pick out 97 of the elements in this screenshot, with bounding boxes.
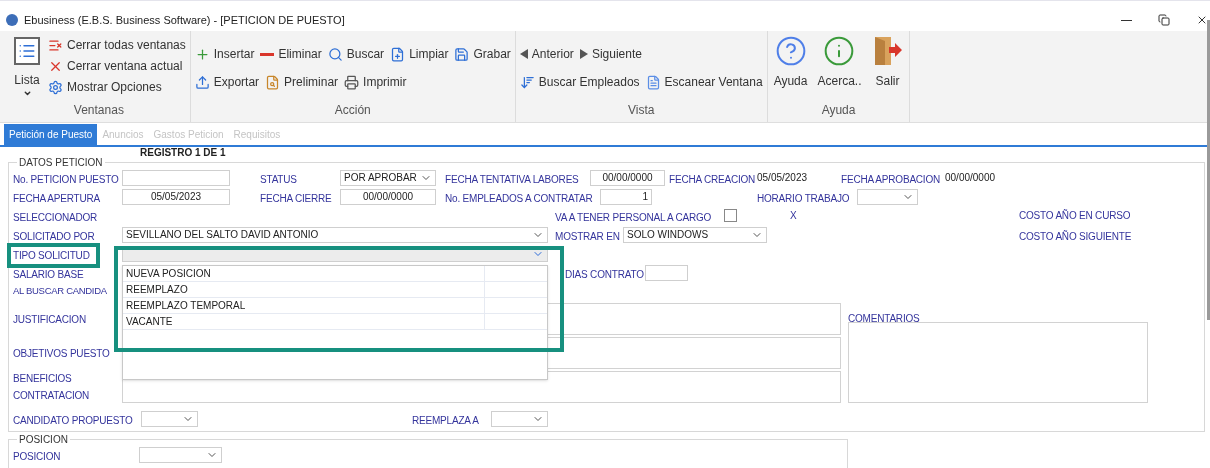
text-field[interactable]: 00/00/0000 bbox=[340, 188, 436, 205]
text-area[interactable] bbox=[848, 322, 1148, 403]
field-value: 00/00/0000 bbox=[945, 171, 996, 185]
ribbon-button[interactable]: Preliminar bbox=[265, 73, 339, 91]
dropdown-field[interactable]: SEVILLANO DEL SALTO DAVID ANTONIO bbox=[122, 226, 548, 243]
ribbon-button[interactable]: Eliminar bbox=[260, 45, 322, 63]
field-label: FECHA APROBACION bbox=[841, 173, 941, 185]
dropdown-field[interactable] bbox=[141, 410, 198, 427]
field-label: STATUS bbox=[260, 173, 297, 185]
ribbon-button[interactable]: Acerca.. bbox=[815, 34, 864, 98]
ribbon-button[interactable]: Salir bbox=[869, 34, 906, 98]
file-plus-icon bbox=[390, 46, 406, 62]
document-icon bbox=[265, 74, 281, 90]
list-x-icon bbox=[48, 37, 63, 53]
minus-icon bbox=[260, 52, 275, 56]
field-label: FECHA TENTATIVA LABORES bbox=[445, 173, 579, 185]
dropdown-field[interactable]: SOLO WINDOWS bbox=[623, 226, 767, 243]
dropdown-option[interactable]: VACANTE bbox=[123, 314, 547, 330]
field-label: AL BUSCAR CANDIDA bbox=[13, 284, 107, 299]
dropdown-field[interactable]: POR APROBAR bbox=[340, 169, 436, 186]
field-label: CANDIDATO PROPUESTO bbox=[13, 414, 133, 426]
dropdown-option[interactable]: REEMPLAZO bbox=[123, 282, 547, 298]
printer-icon bbox=[344, 74, 360, 90]
field-label: DIAS CONTRATO bbox=[565, 268, 644, 280]
field-label: VA A TENER PERSONAL A CARGO bbox=[555, 211, 712, 223]
dropdown-option[interactable]: NUEVA POSICION bbox=[123, 266, 547, 282]
field-label: FECHA APERTURA bbox=[13, 192, 101, 204]
field-label: SOLICITADO POR bbox=[13, 230, 95, 242]
ribbon-button[interactable]: Limpiar bbox=[390, 45, 449, 63]
ribbon-button[interactable]: Mostrar Opciones bbox=[48, 78, 162, 96]
field-value: 05/05/2023 bbox=[757, 171, 809, 185]
dropdown-field[interactable] bbox=[857, 188, 918, 205]
help-icon bbox=[774, 35, 807, 67]
info-icon bbox=[823, 35, 856, 67]
plus-icon bbox=[194, 46, 210, 62]
field-label: OBJETIVOS PUESTO bbox=[13, 346, 111, 361]
field-label: No. PETICION PUESTO bbox=[13, 173, 119, 185]
ribbon-button[interactable]: Exportar bbox=[194, 73, 260, 91]
minimize-icon[interactable] bbox=[1121, 19, 1132, 21]
field-label: MOSTRAR EN bbox=[555, 230, 620, 242]
group-label: Ayuda bbox=[820, 102, 857, 119]
list-icon bbox=[14, 36, 40, 65]
text-field[interactable]: 00/00/0000 bbox=[590, 169, 665, 186]
group-label: Vista bbox=[627, 102, 656, 119]
dropdown-field[interactable] bbox=[139, 446, 222, 463]
field-label: TIPO SOLICITUD bbox=[13, 249, 90, 261]
sort-icon bbox=[519, 74, 535, 90]
text-field[interactable]: 05/05/2023 bbox=[122, 188, 230, 205]
field-label: BENEFICIOS CONTRATACION bbox=[13, 372, 91, 403]
search-icon bbox=[327, 46, 343, 62]
text-field[interactable] bbox=[645, 264, 688, 281]
ribbon-button[interactable]: Buscar bbox=[327, 45, 385, 63]
field-label: COMENTARIOS bbox=[848, 313, 920, 324]
settings-icon bbox=[48, 79, 63, 95]
left-triangle-icon bbox=[519, 49, 528, 59]
section-title: DATOS PETICION bbox=[18, 157, 104, 168]
group-label: Acción bbox=[333, 102, 372, 119]
ribbon-button[interactable]: Cerrar todas ventanas bbox=[48, 36, 186, 54]
text-field[interactable]: 1 bbox=[600, 188, 652, 205]
field-label: POSICION bbox=[13, 450, 61, 462]
field-label: REEMPLAZA A bbox=[412, 414, 479, 426]
close-icon[interactable] bbox=[1196, 14, 1208, 26]
field-label: SELECCIONADOR bbox=[13, 211, 98, 223]
field-label: JUSTIFICACION bbox=[13, 312, 87, 327]
ribbon-button[interactable]: Imprimir bbox=[344, 73, 407, 91]
ribbon-button[interactable]: Siguiente bbox=[579, 45, 642, 63]
field-label: FECHA CREACION bbox=[669, 173, 756, 185]
tab[interactable]: Petición de Puesto bbox=[4, 124, 98, 145]
restore-icon[interactable] bbox=[1158, 14, 1170, 26]
record-counter: REGISTRO 1 DE 1 bbox=[140, 145, 226, 160]
right-triangle-icon bbox=[579, 49, 588, 59]
group-label: Ventanas bbox=[72, 102, 125, 119]
text-field[interactable] bbox=[122, 169, 230, 186]
ribbon-button[interactable]: Ayuda bbox=[771, 34, 810, 98]
caret-icon bbox=[22, 89, 32, 98]
field-label: SALARIO BASE bbox=[13, 268, 84, 280]
ribbon-button[interactable]: Buscar Empleados bbox=[519, 73, 640, 91]
field-label: X bbox=[790, 210, 797, 222]
upload-icon bbox=[194, 74, 210, 90]
field-label: No. EMPLEADOS A CONTRATAR bbox=[445, 192, 593, 204]
ribbon-button[interactable]: Cerrar ventana actual bbox=[48, 57, 183, 75]
field-label: COSTO AÑO EN CURSO bbox=[1019, 208, 1131, 223]
dropdown-option[interactable]: REEMPLAZO TEMPORAL bbox=[123, 298, 547, 314]
checkbox[interactable] bbox=[724, 209, 737, 222]
field-label: HORARIO TRABAJO bbox=[757, 192, 850, 204]
ribbon-button[interactable]: Escanear Ventana bbox=[645, 73, 763, 91]
app-logo-icon bbox=[6, 14, 18, 26]
ribbon-button[interactable]: Lista bbox=[12, 34, 42, 98]
ribbon-button[interactable]: Grabar bbox=[454, 45, 511, 63]
window-title: Ebusiness (E.B.S. Business Software) - [PETICION DE PUESTO] bbox=[24, 12, 345, 28]
ribbon-button[interactable]: Insertar bbox=[194, 45, 255, 63]
dropdown-field[interactable] bbox=[491, 410, 548, 427]
section-title: POSICION bbox=[18, 434, 69, 445]
field-label: FECHA CIERRE bbox=[260, 192, 332, 204]
ribbon-button[interactable]: Anterior bbox=[519, 45, 574, 63]
field-label: COSTO AÑO SIGUIENTE bbox=[1019, 230, 1132, 242]
document-icon bbox=[645, 74, 661, 90]
